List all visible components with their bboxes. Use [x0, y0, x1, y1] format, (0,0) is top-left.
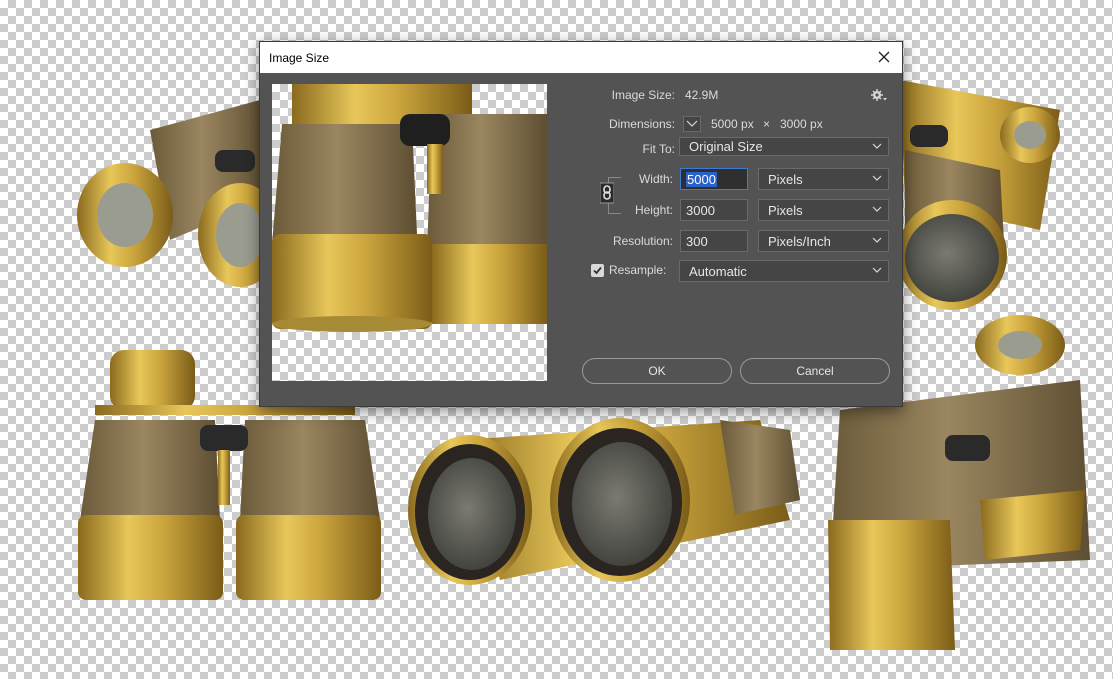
chevron-down-icon — [686, 120, 698, 127]
resolution-label: Resolution: — [612, 234, 673, 248]
dimensions-width: 5000 px — [711, 117, 754, 131]
height-unit-select[interactable]: Pixels — [758, 199, 889, 221]
dimensions-times: × — [763, 117, 771, 131]
resample-label: Resample: — [609, 263, 667, 277]
dialog-titlebar: Image Size — [260, 42, 902, 73]
chevron-down-icon — [872, 206, 882, 212]
cancel-button[interactable]: Cancel — [740, 358, 890, 384]
dimensions-dropdown[interactable] — [683, 116, 701, 132]
resolution-input[interactable]: 300 — [680, 230, 748, 252]
binoculars-bottom-center — [408, 418, 800, 585]
binoculars-top-right — [897, 80, 1060, 310]
width-unit: Pixels — [768, 172, 803, 187]
image-preview[interactable] — [272, 84, 547, 381]
dimensions-height: 3000 px — [780, 117, 823, 131]
resample-checkbox[interactable] — [591, 264, 604, 277]
chevron-down-icon — [872, 175, 882, 181]
chevron-down-icon — [872, 267, 882, 273]
checkmark-icon — [593, 266, 602, 275]
resolution-value: 300 — [686, 234, 708, 249]
preview-image — [272, 84, 547, 332]
height-label: Height: — [634, 203, 673, 217]
width-label: Width: — [638, 172, 673, 186]
width-value: 5000 — [686, 172, 717, 187]
width-unit-select[interactable]: Pixels — [758, 168, 889, 190]
height-unit: Pixels — [768, 203, 803, 218]
resample-select[interactable]: Automatic — [679, 260, 889, 282]
resolution-unit-select[interactable]: Pixels/Inch — [758, 230, 889, 252]
fit-to-label: Fit To: — [642, 142, 675, 156]
fit-to-select[interactable]: Original Size — [679, 137, 889, 156]
image-size-dialog: Image Size Image Size: 42.9M Dimensions:… — [259, 41, 903, 407]
image-size-label: Image Size: — [611, 88, 675, 102]
resolution-unit: Pixels/Inch — [768, 234, 831, 249]
dimensions-label: Dimensions: — [608, 117, 675, 131]
close-icon[interactable] — [874, 47, 894, 67]
gear-icon[interactable] — [871, 88, 887, 102]
fit-to-value: Original Size — [689, 139, 763, 154]
chevron-down-icon — [872, 143, 882, 149]
chevron-down-icon — [872, 237, 882, 243]
image-size-value: 42.9M — [685, 88, 719, 102]
width-input[interactable]: 5000 — [680, 168, 748, 190]
dialog-title: Image Size — [269, 51, 330, 65]
binoculars-top-left — [77, 100, 282, 287]
resample-value: Automatic — [689, 264, 747, 279]
height-value: 3000 — [686, 203, 715, 218]
height-input[interactable]: 3000 — [680, 199, 748, 221]
ok-button[interactable]: OK — [582, 358, 732, 384]
